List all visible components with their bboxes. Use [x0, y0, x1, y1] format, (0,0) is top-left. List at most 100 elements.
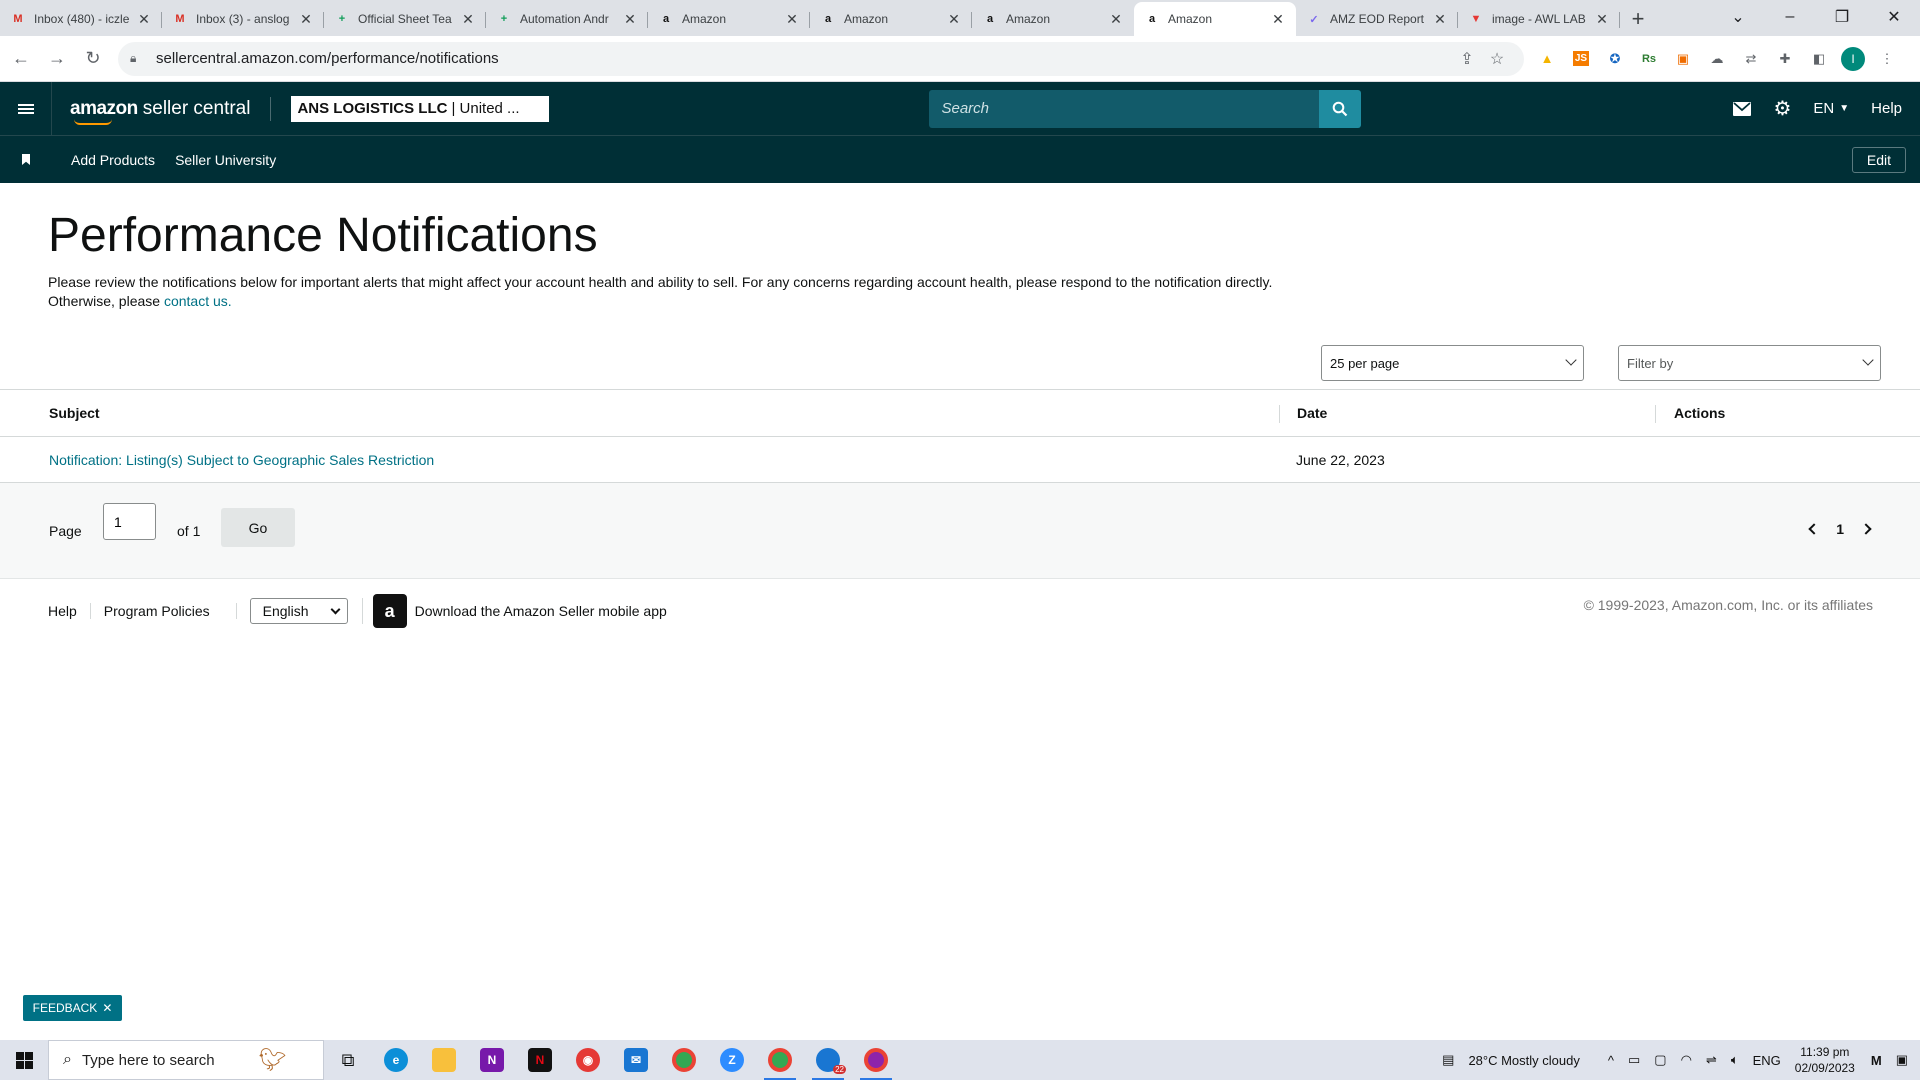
- footer-help-link[interactable]: Help: [48, 603, 91, 619]
- close-tab-icon[interactable]: ✕: [946, 11, 962, 28]
- chevron-up-icon[interactable]: ^: [1608, 1053, 1614, 1068]
- browser-tab[interactable]: a Amazon ✕: [1134, 2, 1296, 36]
- browser-tab[interactable]: ▼ image - AWL LAB ✕: [1458, 2, 1620, 36]
- previous-page-icon[interactable]: [1808, 523, 1820, 535]
- browser-tab[interactable]: + Automation Andr ✕: [486, 2, 648, 36]
- new-tab-button[interactable]: +: [1620, 2, 1656, 36]
- close-tab-icon[interactable]: ✕: [622, 11, 638, 28]
- chrome-profile-1-icon[interactable]: [756, 1040, 804, 1080]
- nav-add-products[interactable]: Add Products: [71, 152, 155, 168]
- gmail-tray-icon[interactable]: M: [1871, 1053, 1882, 1068]
- extension-drive-icon[interactable]: ▲: [1532, 44, 1562, 74]
- profile-avatar[interactable]: I: [1838, 44, 1868, 74]
- help-link[interactable]: Help: [1871, 100, 1902, 117]
- reload-icon[interactable]: ↻: [78, 44, 108, 74]
- extension-box-icon[interactable]: ▣: [1668, 44, 1698, 74]
- extension-rs-icon[interactable]: Rs: [1634, 44, 1664, 74]
- extensions-puzzle-icon[interactable]: ✚: [1770, 44, 1800, 74]
- search-input[interactable]: Search: [929, 89, 1320, 128]
- browser-tab[interactable]: M Inbox (3) - anslog ✕: [162, 2, 324, 36]
- forward-icon[interactable]: →: [42, 44, 72, 74]
- mail-app-icon[interactable]: ✉: [612, 1040, 660, 1080]
- system-clock[interactable]: 11:39 pm 02/09/2023: [1795, 1044, 1855, 1076]
- nav-seller-university[interactable]: Seller University: [175, 152, 276, 168]
- chrome-profile-3-icon[interactable]: [852, 1040, 900, 1080]
- close-tab-icon[interactable]: ✕: [1108, 11, 1124, 28]
- browser-tab[interactable]: M Inbox (480) - iczle ✕: [0, 2, 162, 36]
- go-button[interactable]: Go: [221, 508, 295, 547]
- restore-button[interactable]: ❐: [1816, 0, 1868, 34]
- zoom-icon[interactable]: Z: [708, 1040, 756, 1080]
- file-explorer-icon[interactable]: [420, 1040, 468, 1080]
- back-icon[interactable]: ←: [6, 44, 36, 74]
- meet-now-icon[interactable]: ▢: [1654, 1052, 1666, 1068]
- close-icon[interactable]: ✕: [102, 1001, 112, 1015]
- minimize-button[interactable]: –: [1764, 0, 1816, 34]
- weather-icon[interactable]: ▤: [1442, 1052, 1454, 1068]
- feedback-button[interactable]: FEEDBACK ✕: [23, 995, 122, 1021]
- search-button[interactable]: [1319, 89, 1362, 128]
- extension-js-icon[interactable]: JS: [1566, 44, 1596, 74]
- url-text[interactable]: sellercentral.amazon.com/performance/not…: [156, 50, 1452, 67]
- taskbar-search-box[interactable]: ⌕ Type here to search 🐦︎: [48, 1040, 324, 1080]
- netflix-icon[interactable]: N: [516, 1040, 564, 1080]
- language-selector[interactable]: EN ▼: [1813, 100, 1849, 117]
- share-icon[interactable]: ⇪: [1452, 49, 1482, 69]
- weather-text[interactable]: 28°C Mostly cloudy: [1468, 1053, 1579, 1068]
- chrome-profile-2-icon[interactable]: 22: [804, 1040, 852, 1080]
- current-page-number[interactable]: 1: [1836, 521, 1844, 537]
- notification-subject-link[interactable]: Notification: Listing(s) Subject to Geog…: [49, 452, 434, 468]
- seller-app-icon[interactable]: a: [372, 594, 407, 628]
- seller-central-logo[interactable]: amazon seller central: [70, 96, 272, 125]
- settings-gear-icon[interactable]: ⚙: [1773, 96, 1791, 121]
- page-number-input[interactable]: [103, 503, 156, 540]
- edit-nav-button[interactable]: Edit: [1851, 147, 1906, 173]
- onenote-icon[interactable]: N: [468, 1040, 516, 1080]
- wifi-icon[interactable]: ◠: [1681, 1052, 1692, 1068]
- browser-tab[interactable]: + Official Sheet Tea ✕: [324, 2, 486, 36]
- mail-icon[interactable]: [1733, 101, 1752, 116]
- filter-select[interactable]: Filter by: [1618, 345, 1881, 381]
- browser-menu-icon[interactable]: ⋮: [1872, 44, 1902, 74]
- browser-tab[interactable]: a Amazon ✕: [810, 2, 972, 36]
- account-switcher[interactable]: ANS LOGISTICS LLC | United ...: [291, 95, 550, 122]
- browser-tab[interactable]: a Amazon ✕: [648, 2, 810, 36]
- close-tab-icon[interactable]: ✕: [1594, 11, 1610, 28]
- close-tab-icon[interactable]: ✕: [1432, 11, 1448, 28]
- close-tab-icon[interactable]: ✕: [1270, 11, 1286, 28]
- input-language[interactable]: ENG: [1753, 1053, 1781, 1068]
- tab-search-icon[interactable]: ⌄: [1712, 0, 1764, 34]
- notifications-icon[interactable]: ▣: [1896, 1052, 1908, 1068]
- download-app-link[interactable]: Download the Amazon Seller mobile app: [415, 603, 667, 619]
- close-tab-icon[interactable]: ✕: [460, 11, 476, 28]
- bookmark-icon[interactable]: [0, 154, 52, 165]
- hamburger-menu-icon[interactable]: [0, 82, 52, 135]
- bookmark-star-icon[interactable]: ☆: [1482, 49, 1512, 69]
- battery-icon[interactable]: ▭: [1628, 1052, 1640, 1068]
- chrome-icon[interactable]: [660, 1040, 708, 1080]
- column-date: Date: [1297, 405, 1328, 421]
- browser-tab[interactable]: a Amazon ✕: [972, 2, 1134, 36]
- windows-start-icon[interactable]: [0, 1040, 48, 1080]
- next-page-icon[interactable]: [1860, 523, 1872, 535]
- volume-icon[interactable]: 🔈︎: [1731, 1052, 1739, 1068]
- per-page-select[interactable]: 25 per page: [1321, 345, 1584, 381]
- close-tab-icon[interactable]: ✕: [784, 11, 800, 28]
- media-player-icon[interactable]: ◉: [564, 1040, 612, 1080]
- browser-tab[interactable]: ✓ AMZ EOD Report ✕: [1296, 2, 1458, 36]
- network-icon[interactable]: ⇌: [1706, 1052, 1717, 1068]
- close-tab-icon[interactable]: ✕: [298, 11, 314, 28]
- address-bar[interactable]: 🔒︎ sellercentral.amazon.com/performance/…: [118, 41, 1524, 76]
- edge-icon[interactable]: e: [372, 1040, 420, 1080]
- extension-shuffle-icon[interactable]: ⇄: [1736, 44, 1766, 74]
- footer-language-select[interactable]: English: [249, 598, 348, 624]
- close-window-button[interactable]: ✕: [1868, 0, 1920, 34]
- close-tab-icon[interactable]: ✕: [136, 11, 152, 28]
- amazon-icon: a: [824, 13, 832, 25]
- contact-us-link[interactable]: contact us.: [164, 293, 232, 309]
- extension-cloud-icon[interactable]: ☁: [1702, 44, 1732, 74]
- extension-circle-icon[interactable]: ✪: [1600, 44, 1630, 74]
- side-panel-icon[interactable]: ◧: [1804, 44, 1834, 74]
- task-view-icon[interactable]: ⧉: [324, 1040, 372, 1080]
- footer-program-policies-link[interactable]: Program Policies: [104, 603, 237, 619]
